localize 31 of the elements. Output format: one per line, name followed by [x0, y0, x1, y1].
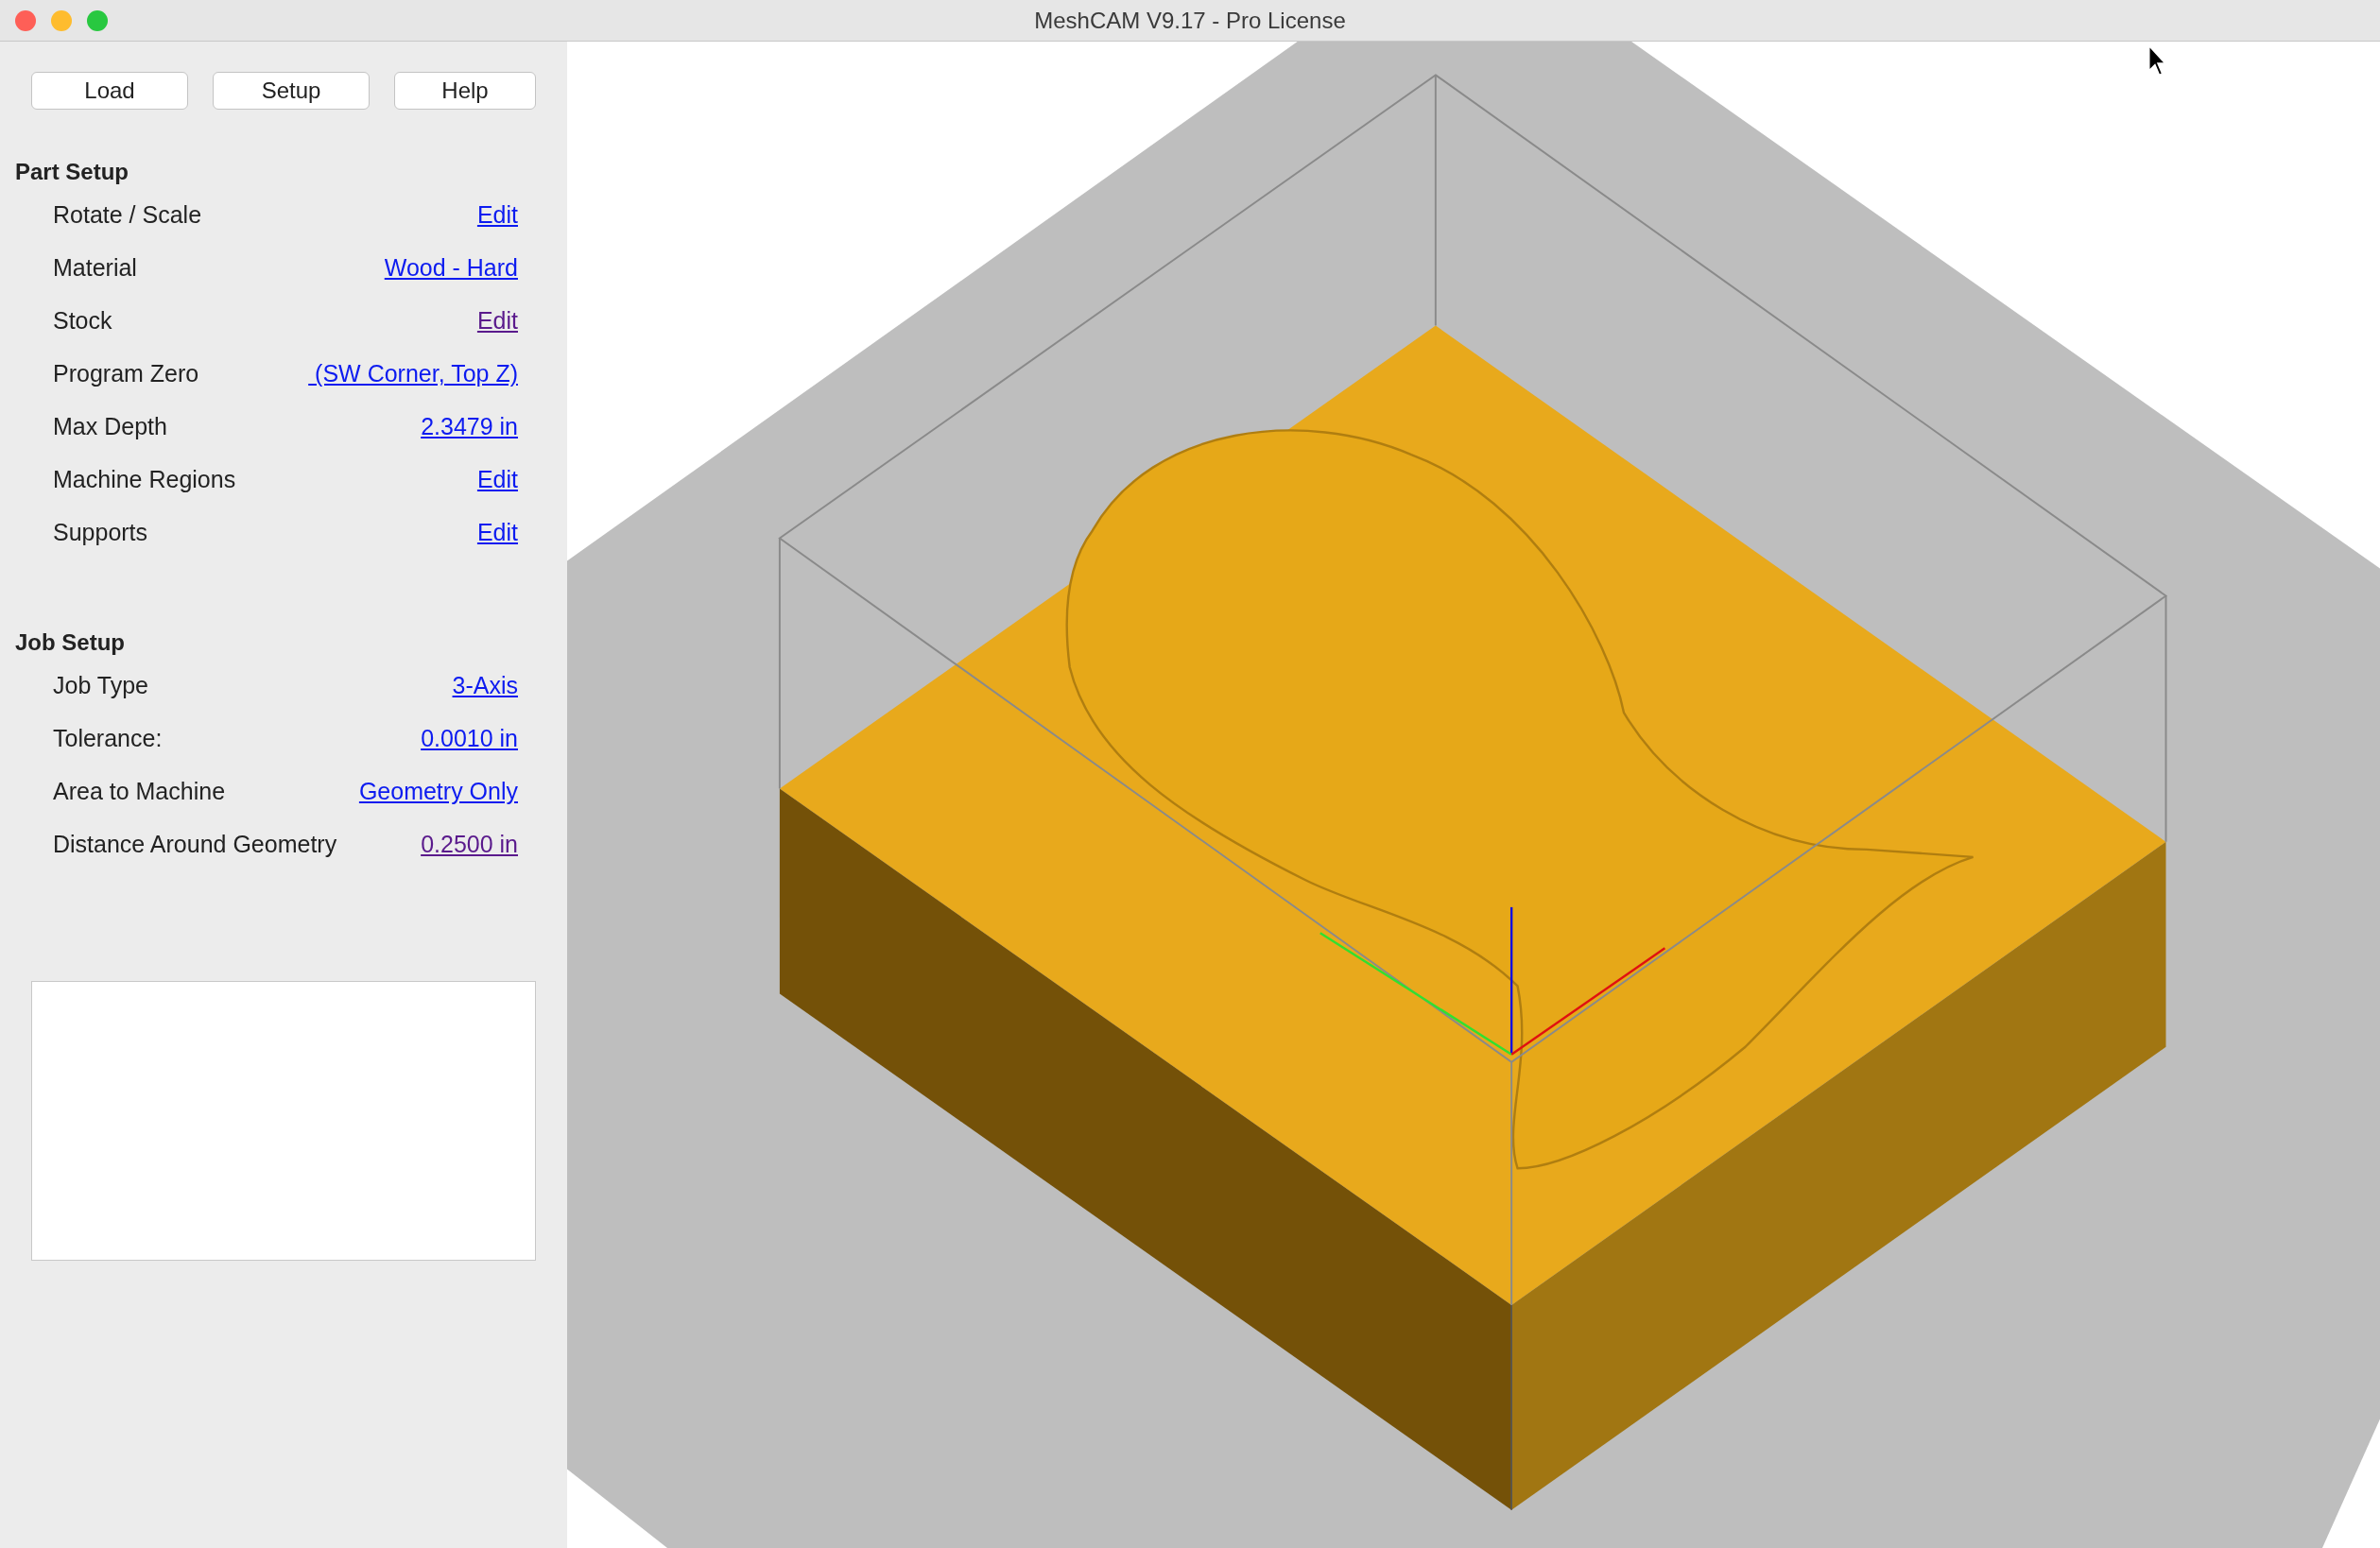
- window-title: MeshCAM V9.17 - Pro License: [1034, 6, 1346, 35]
- setting-label: Stock: [53, 306, 112, 336]
- zoom-icon[interactable]: [87, 10, 108, 31]
- setting-link[interactable]: Edit: [476, 462, 518, 498]
- setting-label: Machine Regions: [53, 465, 236, 495]
- setting-link[interactable]: Wood - Hard: [384, 250, 518, 286]
- toolbar-button[interactable]: Setup: [213, 72, 370, 110]
- setting-label: Area to Machine: [53, 777, 226, 807]
- setting-label: Distance Around Geometry: [53, 830, 337, 860]
- setting-label: Max Depth: [53, 412, 167, 442]
- setting-label: Tolerance:: [53, 724, 163, 754]
- setting-label: Rotate / Scale: [53, 200, 202, 231]
- toolbar-button[interactable]: Help: [394, 72, 536, 110]
- setting-link[interactable]: Edit: [476, 303, 518, 339]
- setting-link[interactable]: Edit: [476, 198, 518, 233]
- setting-link[interactable]: 0.0010 in: [421, 721, 518, 757]
- section-title: Part Setup: [14, 158, 130, 186]
- minimize-icon[interactable]: [51, 10, 72, 31]
- setting-link[interactable]: 2.3479 in: [421, 409, 518, 445]
- setting-label: Job Type: [53, 671, 148, 701]
- section-title: Job Setup: [14, 628, 126, 657]
- close-icon[interactable]: [15, 10, 36, 31]
- setting-link[interactable]: Geometry Only: [358, 774, 518, 810]
- toolbar-button[interactable]: Load: [31, 72, 188, 110]
- setting-link[interactable]: 0.2500 in: [421, 827, 518, 863]
- setting-link[interactable]: Edit: [476, 515, 518, 551]
- setting-label: Supports: [53, 518, 148, 548]
- setting-link[interactable]: 3-Axis: [452, 668, 518, 704]
- setting-label: Material: [53, 253, 137, 284]
- setting-label: Program Zero: [53, 359, 199, 389]
- setting-link[interactable]: (SW Corner, Top Z): [308, 356, 518, 392]
